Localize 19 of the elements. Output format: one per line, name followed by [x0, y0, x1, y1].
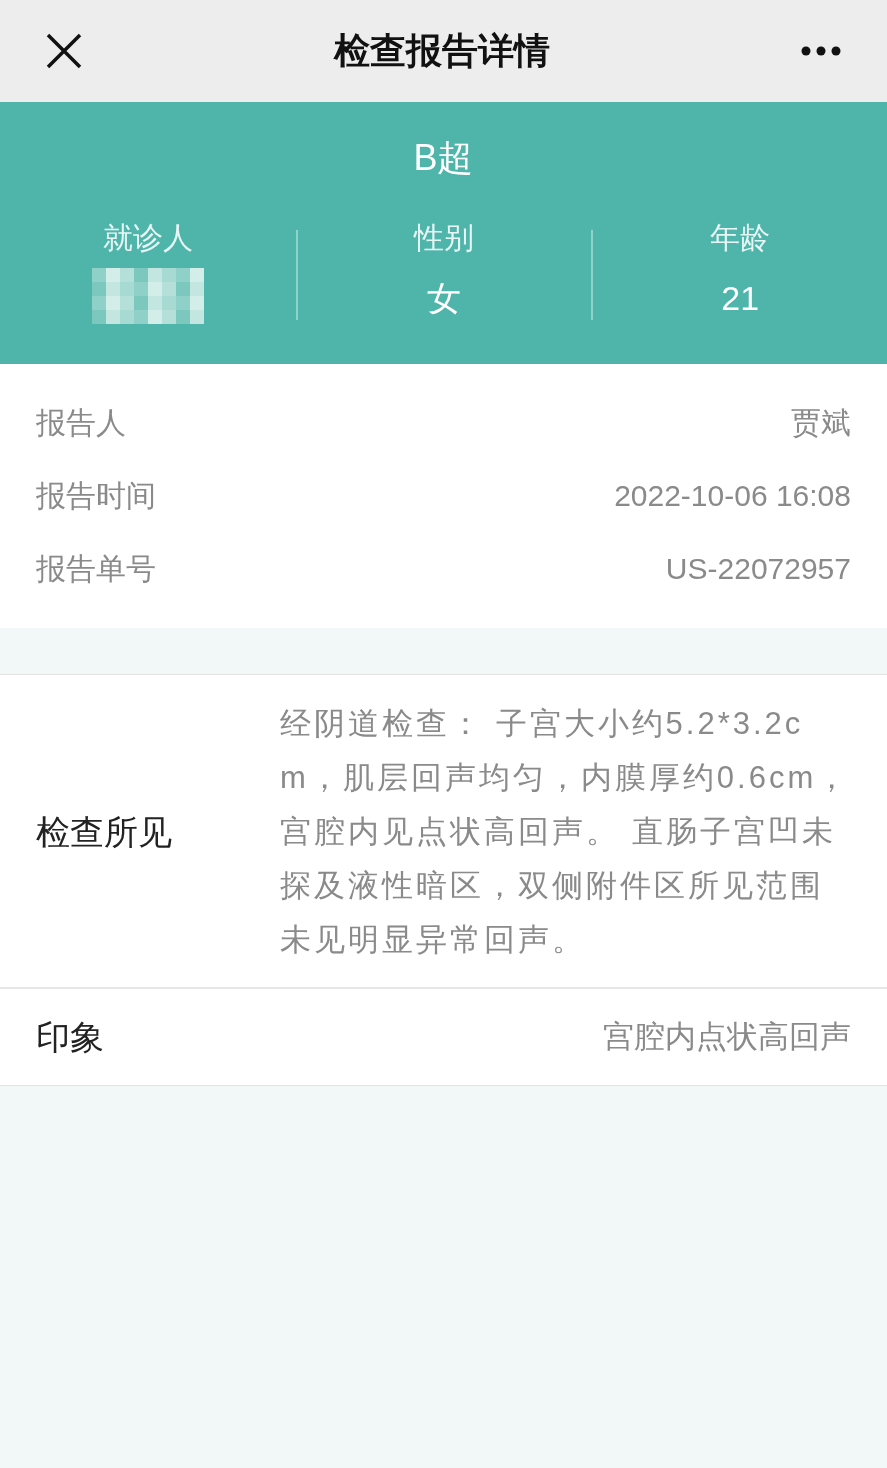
- field-label: 就诊人: [102, 220, 193, 256]
- impression-value: 宫腔内点状高回声: [603, 1017, 851, 1056]
- more-icon[interactable]: [801, 46, 841, 56]
- impression-label: 印象: [36, 1016, 104, 1058]
- info-label: 报告人: [36, 404, 126, 441]
- findings-label: 检查所见: [36, 811, 173, 853]
- exam-type: B超: [413, 136, 474, 180]
- page-title: 检查报告详情: [333, 29, 550, 73]
- field-value: 21: [721, 278, 760, 319]
- field-label: 年龄: [710, 220, 771, 256]
- field-label: 性别: [414, 220, 475, 256]
- info-value: 贾斌: [791, 404, 851, 441]
- findings-text: 经阴道检查： 子宫大小约5.2*3.2cm，肌层回声均匀，内膜厚约0.6cm，宫腔内见点状高回声。 直肠子宫凹未探及液性暗区，双侧附件区所见范围未见明显异常回声。: [280, 705, 852, 959]
- field-value: 女: [427, 278, 462, 319]
- info-label: 报告时间: [36, 477, 156, 514]
- info-label: 报告单号: [36, 550, 156, 587]
- info-value: 2022-10-06 16:08: [614, 477, 851, 514]
- close-icon[interactable]: [46, 33, 82, 69]
- info-value: US-22072957: [665, 550, 851, 587]
